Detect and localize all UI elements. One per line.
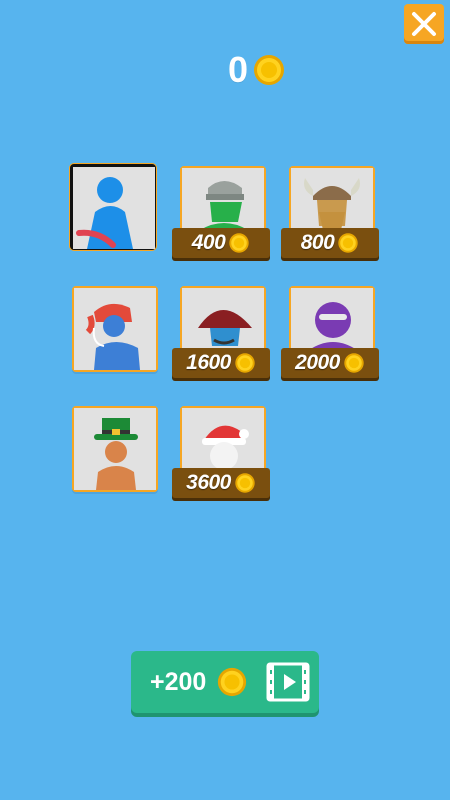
price-tag: 2000: [281, 348, 379, 378]
skin-card-pirate[interactable]: 1600: [172, 286, 270, 378]
price-tag: 1600: [172, 348, 270, 378]
coin-icon: [217, 667, 247, 697]
watch-ad-reward-button[interactable]: +200: [131, 651, 319, 713]
coin-icon: [235, 473, 255, 493]
price-tag: 3600: [172, 468, 270, 498]
price-value: 1600: [186, 351, 231, 374]
skin-card-santa[interactable]: 3600: [172, 406, 270, 498]
coin-icon: [338, 233, 358, 253]
skin-card-leprechaun[interactable]: [72, 406, 158, 492]
coin-icon: [229, 233, 249, 253]
skin-card-ninja[interactable]: 2000: [281, 286, 379, 378]
price-value: 800: [300, 231, 335, 254]
skin-card-viking[interactable]: 800: [281, 166, 379, 258]
skin-card-redhead[interactable]: [72, 286, 158, 372]
price-tag: 400: [172, 228, 270, 258]
redhead-character-icon: [74, 288, 156, 370]
leprechaun-character-icon: [74, 408, 156, 490]
skin-card-knight[interactable]: 400: [172, 166, 270, 258]
price-value: 3600: [186, 471, 231, 494]
coin-icon: [235, 353, 255, 373]
price-value: 400: [191, 231, 226, 254]
price-value: 2000: [295, 351, 340, 374]
skin-card-blue[interactable]: [70, 164, 156, 250]
coin-icon: [344, 353, 364, 373]
blue-character-icon: [73, 167, 155, 249]
price-tag: 800: [281, 228, 379, 258]
video-play-icon: [266, 662, 310, 702]
reward-amount: +200: [150, 668, 207, 696]
